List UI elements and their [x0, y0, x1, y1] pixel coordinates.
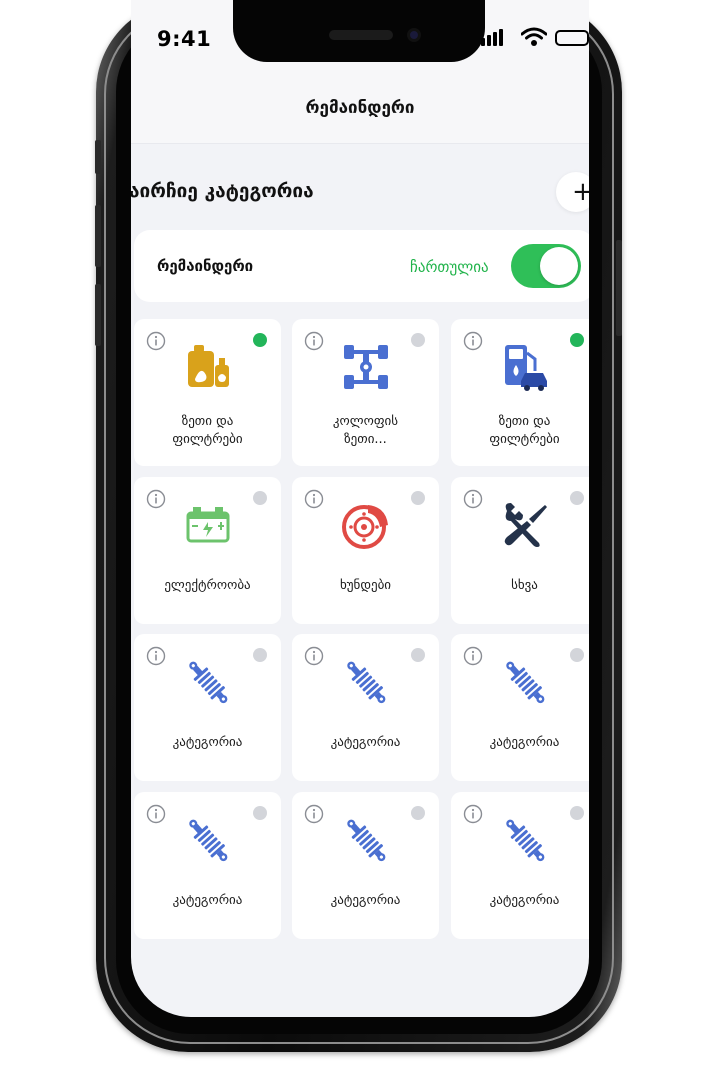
- volume-down-button: [95, 284, 101, 346]
- category-card[interactable]: ხუნდები: [292, 477, 439, 624]
- category-card[interactable]: სხვა: [451, 477, 589, 624]
- category-card[interactable]: კატეგორია: [134, 634, 281, 781]
- category-label: კატეგორია: [292, 734, 439, 752]
- category-label-line1: სხვა: [511, 578, 538, 593]
- category-label: ხუნდები: [292, 577, 439, 595]
- add-category-button[interactable]: +: [556, 172, 589, 212]
- info-icon[interactable]: [146, 489, 166, 509]
- info-icon[interactable]: [304, 804, 324, 824]
- signal-icon: [481, 38, 485, 46]
- battery-icon: [555, 30, 589, 46]
- category-card[interactable]: კატეგორია: [134, 792, 281, 939]
- signal-bar: [487, 35, 491, 46]
- status-dot: [411, 806, 425, 820]
- status-dot: [253, 333, 267, 347]
- info-icon[interactable]: [146, 646, 166, 666]
- status-dot: [253, 491, 267, 505]
- shock-absorber-icon: [182, 656, 234, 708]
- category-label: კატეგორია: [451, 734, 589, 752]
- category-label-line1: კატეგორია: [330, 735, 401, 750]
- category-card[interactable]: კატეგორია: [451, 634, 589, 781]
- category-label: ზეთი და ფილტრები: [134, 413, 281, 449]
- category-label-line1: ელექტროობა: [164, 578, 251, 593]
- status-dot: [570, 648, 584, 662]
- info-icon[interactable]: [463, 331, 483, 351]
- status-dot: [411, 333, 425, 347]
- category-label-line2: ფილტრები: [172, 432, 243, 447]
- status-dot: [253, 648, 267, 662]
- category-label: ზეთი და ფილტრები: [451, 413, 589, 449]
- info-icon[interactable]: [146, 804, 166, 824]
- category-label: კოლოფის ზეთი...: [292, 413, 439, 449]
- shock-absorber-icon: [499, 656, 551, 708]
- category-card[interactable]: კატეგორია: [292, 792, 439, 939]
- category-label-line2: ზეთი...: [344, 432, 387, 447]
- category-label-line1: კოლოფის: [332, 414, 399, 429]
- tools-icon: [499, 499, 551, 551]
- category-label: კატეგორია: [134, 892, 281, 910]
- category-label-line1: კატეგორია: [330, 893, 401, 908]
- category-card[interactable]: კატეგორია: [292, 634, 439, 781]
- status-dot: [253, 806, 267, 820]
- category-label-line1: კატეგორია: [489, 893, 560, 908]
- status-dot: [411, 491, 425, 505]
- category-label: ელექტროობა: [134, 577, 281, 595]
- category-label-line1: ხუნდები: [339, 578, 392, 593]
- category-card[interactable]: ზეთი და ფილტრები: [451, 319, 589, 466]
- fuel-station-icon: [499, 341, 551, 393]
- car-battery-icon: [182, 499, 234, 551]
- plus-icon: +: [572, 177, 589, 207]
- info-icon[interactable]: [304, 489, 324, 509]
- info-icon[interactable]: [463, 646, 483, 666]
- category-card[interactable]: კატეგორია: [451, 792, 589, 939]
- page-title: რემაინდერი: [305, 98, 415, 118]
- signal-bar: [499, 29, 503, 46]
- category-card[interactable]: ელექტროობა: [134, 477, 281, 624]
- shock-absorber-icon: [182, 814, 234, 866]
- category-label-line1: კატეგორია: [489, 735, 560, 750]
- category-label: კატეგორია: [451, 892, 589, 910]
- reminder-label: რემაინდერი: [157, 257, 254, 275]
- category-label-line1: ზეთი და: [498, 414, 551, 429]
- info-icon[interactable]: [146, 331, 166, 351]
- signal-bar: [493, 32, 497, 46]
- category-label-line1: კატეგორია: [172, 893, 243, 908]
- category-label: კატეგორია: [134, 734, 281, 752]
- status-dot: [411, 648, 425, 662]
- reminder-status-text: ჩართულია: [410, 258, 489, 276]
- info-icon[interactable]: [463, 489, 483, 509]
- toggle-knob: [540, 247, 578, 285]
- status-time: 9:41: [157, 27, 212, 51]
- info-icon[interactable]: [304, 646, 324, 666]
- reminder-toggle-row: რემაინდერი ჩართულია: [134, 230, 589, 302]
- front-camera: [407, 28, 421, 42]
- shock-absorber-icon: [499, 814, 551, 866]
- category-label-line1: კატეგორია: [172, 735, 243, 750]
- power-button: [616, 240, 622, 336]
- app-screen: 9:41 რემაინდერი აირჩიე კატეგორია + რემაი…: [131, 0, 589, 1017]
- info-icon[interactable]: [463, 804, 483, 824]
- volume-up-button: [95, 205, 101, 267]
- gearbox-icon: [340, 341, 392, 393]
- mute-switch: [95, 140, 101, 174]
- reminder-toggle[interactable]: [511, 244, 581, 288]
- category-label: სხვა: [451, 577, 589, 595]
- category-label-line2: ფილტრები: [489, 432, 560, 447]
- category-card[interactable]: ზეთი და ფილტრები: [134, 319, 281, 466]
- wifi-icon: [521, 27, 547, 46]
- shock-absorber-icon: [340, 814, 392, 866]
- category-label-line1: ზეთი და: [181, 414, 234, 429]
- speaker-grille: [329, 30, 393, 40]
- shock-absorber-icon: [340, 656, 392, 708]
- status-dot: [570, 491, 584, 505]
- category-card[interactable]: კოლოფის ზეთი...: [292, 319, 439, 466]
- status-dot: [570, 806, 584, 820]
- status-dot: [570, 333, 584, 347]
- info-icon[interactable]: [304, 331, 324, 351]
- oil-canister-icon: [182, 341, 234, 393]
- category-label: კატეგორია: [292, 892, 439, 910]
- brake-disc-icon: [340, 499, 392, 551]
- section-title: აირჩიე კატეგორია: [131, 180, 314, 202]
